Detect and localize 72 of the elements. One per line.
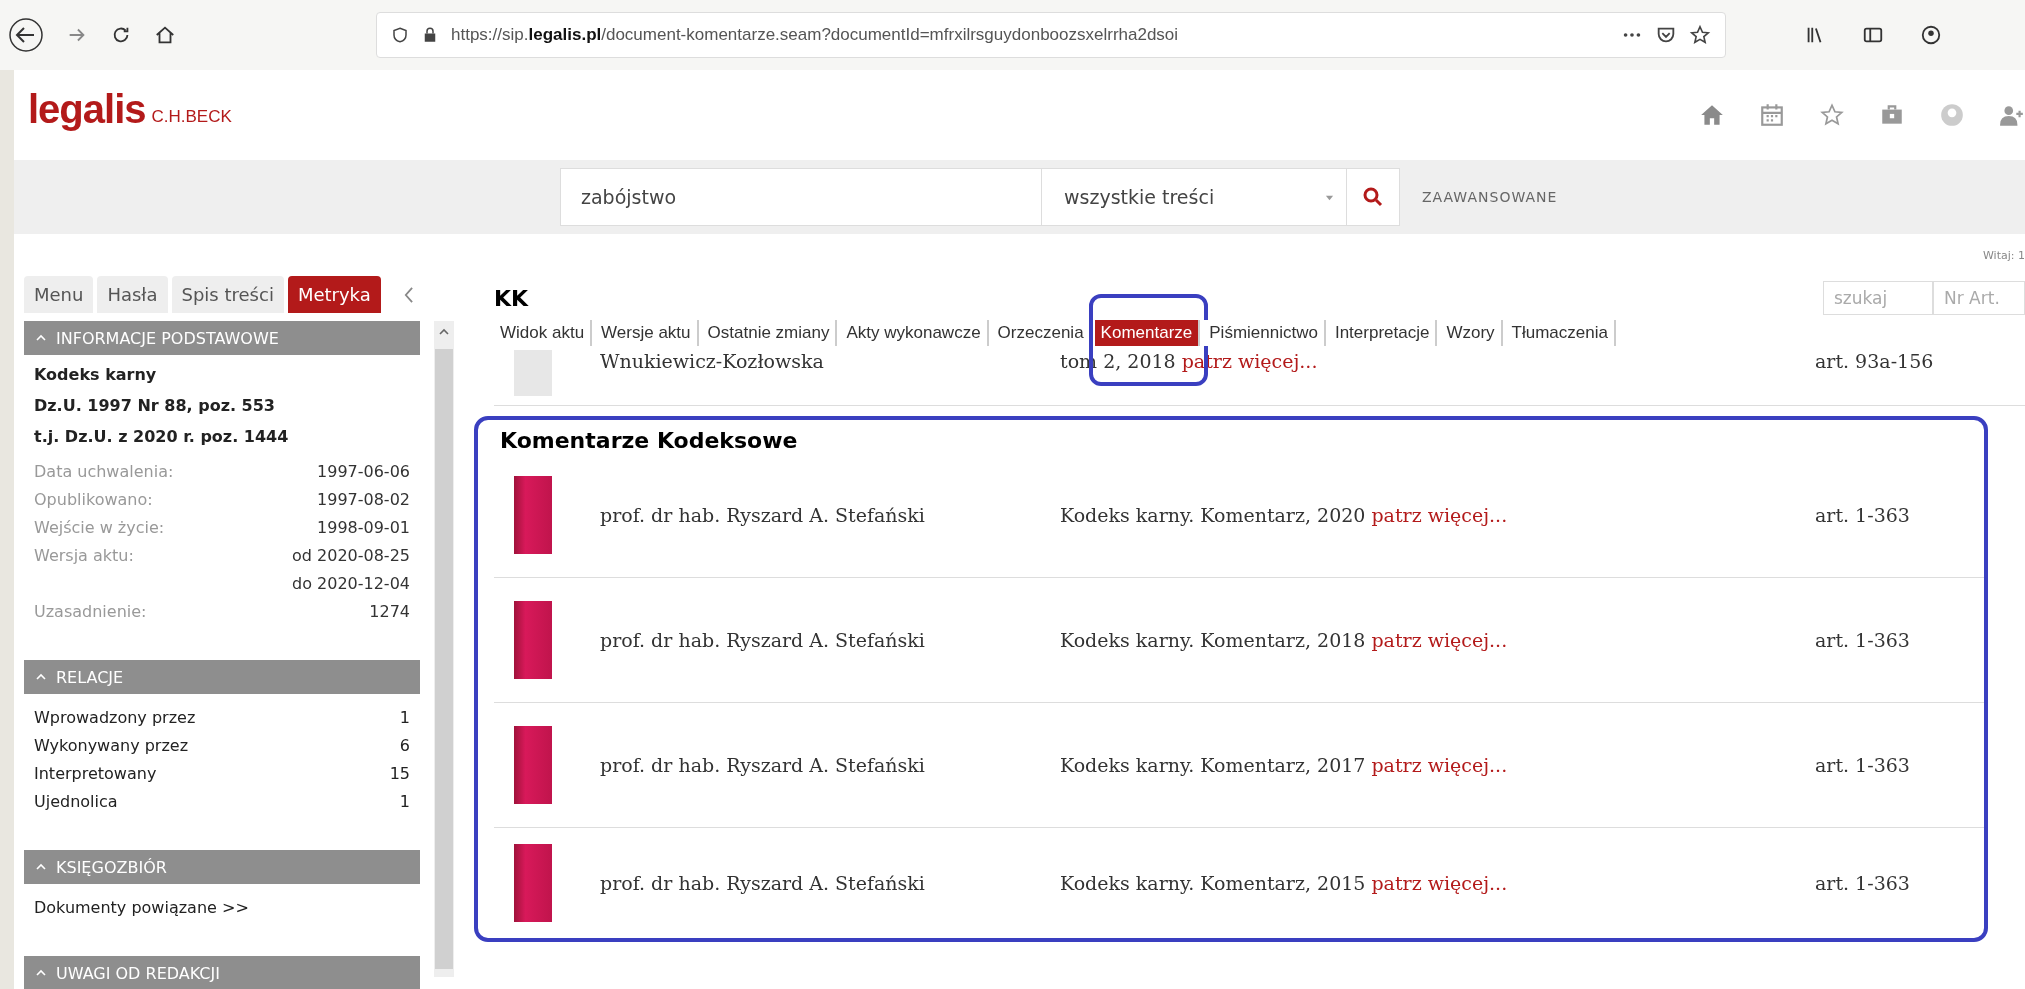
account-icon[interactable] xyxy=(1920,24,1942,46)
url-text: https://sip.legalis.pl/document-komentarze.seam?documentId=mfrxilrsguydonboozsxelrrha2dsoi xyxy=(451,25,1179,45)
document-title: KK xyxy=(494,285,529,311)
section-heading: Komentarze Kodeksowe xyxy=(499,427,799,453)
field-value: 1997-08-02 xyxy=(317,489,410,511)
field-label: Wejście w życie: xyxy=(34,517,165,539)
author-name: prof. dr hab. Ryszard A. Stefański xyxy=(600,504,926,526)
scroll-up-icon[interactable] xyxy=(439,327,449,337)
scrollbar-thumb[interactable] xyxy=(435,349,453,969)
relation-link[interactable]: Wprowadzony przez xyxy=(34,704,196,732)
field-label: Wersja aktu: xyxy=(34,545,134,567)
article-range: art. 93a-156 xyxy=(1815,350,1934,372)
chevron-icon xyxy=(36,672,46,682)
commentary-title: Kodeks karny. Komentarz, 2020 patrz więcej... xyxy=(1060,504,1509,526)
scope-dropdown[interactable]: wszystkie treści xyxy=(1042,169,1347,225)
collapse-chevron-icon[interactable] xyxy=(402,285,414,304)
field-value: 1997-06-06 xyxy=(317,461,410,483)
related-documents-link[interactable]: Dokumenty powiązane >> xyxy=(34,894,410,922)
article-range: art. 1-363 xyxy=(1815,504,1910,526)
see-more-link[interactable]: patrz więcej... xyxy=(1371,504,1508,526)
author-name: prof. dr hab. Ryszard A. Stefański xyxy=(600,629,926,651)
see-more-link[interactable]: patrz więcej... xyxy=(1371,629,1508,651)
star-icon[interactable] xyxy=(1819,102,1845,128)
act-reference: Kodeks karny xyxy=(34,365,158,384)
field-value: od 2020-08-25 xyxy=(292,545,410,567)
article-range: art. 1-363 xyxy=(1815,629,1910,651)
star-icon[interactable] xyxy=(1689,24,1711,46)
calendar-icon[interactable] xyxy=(1759,102,1785,128)
commentary-title: Kodeks karny. Komentarz, 2017 patrz więcej... xyxy=(1060,754,1509,776)
sidebar-tab[interactable]: Hasła xyxy=(97,276,168,313)
field-label: Data uchwalenia: xyxy=(34,461,174,483)
sidebar-tab[interactable]: Spis treści xyxy=(171,276,284,313)
field-label: Opublikowano: xyxy=(34,489,153,511)
relation-link[interactable]: Interpretowany xyxy=(34,760,157,788)
field-value: do 2020-12-04 xyxy=(292,573,410,595)
chevron-icon xyxy=(36,862,46,872)
relation-link[interactable]: Wykonywany przez xyxy=(34,732,189,760)
search-field[interactable]: zabójstwo xyxy=(561,169,1042,225)
field-value: 1274 xyxy=(369,601,410,623)
address-bar[interactable]: https://sip.legalis.pl/document-komentarze.seam?documentId=mfrxilrsguydonboozsxelrrha2dsoi xyxy=(376,12,1726,58)
relation-count: 1 xyxy=(399,707,410,729)
document-tab[interactable]: Komentarze xyxy=(1094,320,1201,346)
article-range: art. 1-363 xyxy=(1815,872,1910,894)
publisher-name: C.H.BECK xyxy=(151,107,232,127)
greeting-text: Witaj: 1 xyxy=(1983,248,2025,262)
article-range: art. 1-363 xyxy=(1815,754,1910,776)
author-name: prof. dr hab. Ryszard A. Stefański xyxy=(600,754,926,776)
advanced-search-link[interactable]: ZAAWANSOWANE xyxy=(1422,189,1558,205)
relation-count: 1 xyxy=(399,791,410,813)
field-value: 1998-09-01 xyxy=(317,517,410,539)
commentary-title: Kodeks karny. Komentarz, 2018 patrz więcej... xyxy=(1060,629,1509,651)
see-more-link[interactable]: patrz więcej... xyxy=(1371,872,1508,894)
document-tab[interactable]: Piśmiennictwo xyxy=(1203,320,1326,346)
back-icon[interactable] xyxy=(8,17,44,53)
author-name: Wnukiewicz-Kozłowska xyxy=(600,350,825,372)
author-name: prof. dr hab. Ryszard A. Stefański xyxy=(600,872,926,894)
chevron-icon xyxy=(36,333,46,343)
relation-count: 15 xyxy=(389,763,410,785)
search-icon[interactable] xyxy=(1361,185,1385,209)
see-more-link[interactable]: patrz więcej... xyxy=(1371,754,1508,776)
sidebar-tab[interactable]: Metryka xyxy=(287,276,381,313)
chevron-icon xyxy=(36,968,46,978)
relation-link[interactable]: Ujednolica xyxy=(34,788,118,816)
sidebar-tab[interactable]: Menu xyxy=(24,276,94,313)
shield-icon xyxy=(391,26,409,44)
commentary-title: Kodeks karny. Komentarz, 2015 patrz więcej... xyxy=(1060,872,1509,894)
home-icon[interactable] xyxy=(154,24,176,46)
relation-count: 6 xyxy=(399,735,410,757)
field-label: Uzasadnienie: xyxy=(34,601,147,623)
act-reference: t.j. Dz.U. z 2020 r. poz. 1444 xyxy=(34,427,290,446)
site-logo[interactable]: legalis xyxy=(28,86,146,132)
act-reference: Dz.U. 1997 Nr 88, poz. 553 xyxy=(34,396,276,415)
